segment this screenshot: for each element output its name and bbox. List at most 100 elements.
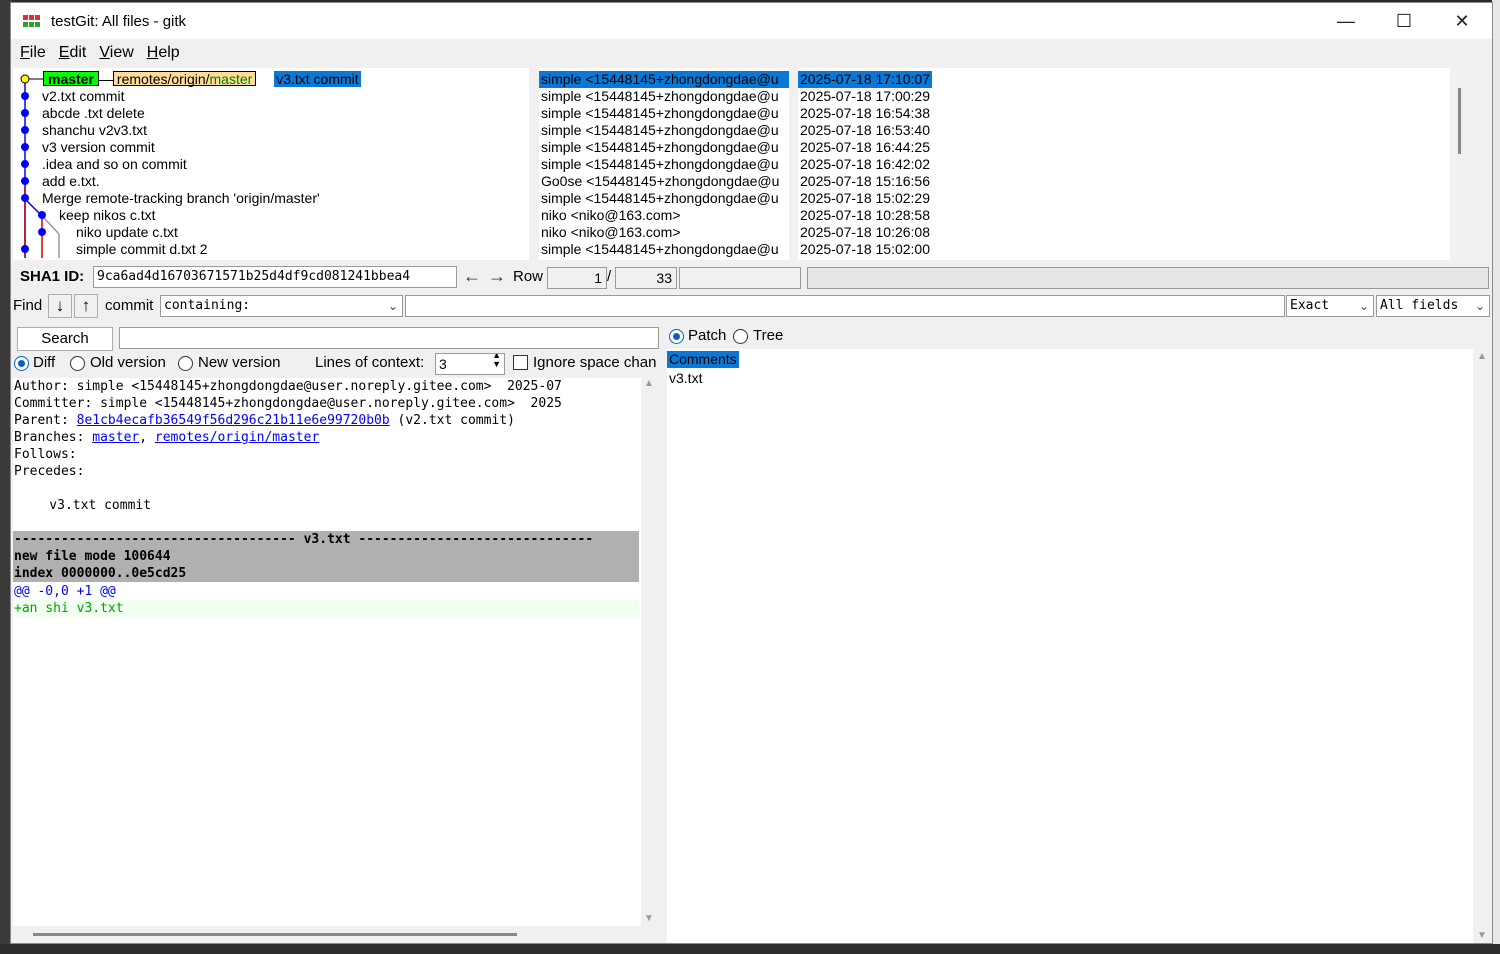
commit-author[interactable]: simple <15448145+zhongdongdae@u (541, 105, 779, 122)
commit-date[interactable]: 2025-07-18 16:44:25 (800, 139, 930, 156)
commit-subject[interactable]: keep nikos c.txt (59, 207, 156, 224)
back-button[interactable]: ← (460, 265, 484, 289)
arrow-left-icon: ← (463, 266, 481, 286)
commit-author[interactable]: simple <15448145+zhongdongdae@u (541, 139, 779, 156)
commit-author[interactable]: simple <15448145+zhongdongdae@u (541, 190, 779, 207)
commit-subject[interactable]: Merge remote-tracking branch 'origin/mas… (42, 190, 320, 207)
hscrollbar-thumb[interactable] (33, 933, 517, 936)
commit-author[interactable]: niko <niko@163.com> (541, 207, 681, 224)
commit-dot (21, 92, 29, 100)
branch-link-remote[interactable]: remotes/origin/master (155, 430, 319, 445)
tree-radio[interactable] (733, 329, 748, 344)
scroll-down-icon[interactable]: ▼ (1477, 930, 1487, 941)
commit-date-pane[interactable]: 2025-07-18 17:10:07 2025-07-18 17:00:29 … (798, 68, 1468, 260)
commit-author-pane[interactable]: simple <15448145+zhongdongdae@u simple <… (539, 68, 789, 260)
find-match-select[interactable]: Exact ⌄ (1286, 295, 1374, 317)
patch-radio[interactable] (669, 329, 684, 344)
title-bar[interactable]: testGit: All files - gitk — ☐ ✕ (11, 3, 1492, 39)
commit-author[interactable]: simple <15448145+zhongdongdae@u (539, 71, 789, 88)
parent-hash-link[interactable]: 8e1cb4ecafb36549f56d296c21b11e6e99720b0b (77, 413, 390, 428)
commit-date[interactable]: 2025-07-18 16:42:02 (800, 156, 930, 173)
commit-date[interactable]: 2025-07-18 17:10:07 (798, 71, 932, 88)
file-list-pane[interactable]: Comments v3.txt (667, 349, 1473, 943)
commit-date[interactable]: 2025-07-18 10:28:58 (800, 207, 930, 224)
commit-date[interactable]: 2025-07-18 16:54:38 (800, 105, 930, 122)
spin-arrows-icon: ▲ ▼ (492, 353, 501, 369)
diff-hscrollbar[interactable] (13, 926, 659, 943)
ignore-space-checkbox[interactable] (513, 355, 528, 370)
commit-author[interactable]: simple <15448145+zhongdongdae@u (541, 241, 779, 258)
close-button[interactable]: ✕ (1433, 3, 1491, 39)
parent-line: Parent: 8e1cb4ecafb36549f56d296c21b11e6e… (14, 412, 515, 429)
ref-connector (98, 79, 113, 81)
menu-view[interactable]: View (99, 44, 133, 62)
commit-subject[interactable]: shanchu v2v3.txt (42, 122, 147, 139)
commit-date[interactable]: 2025-07-18 15:16:56 (800, 173, 930, 190)
commit-subject[interactable]: v2.txt commit (42, 88, 124, 105)
diff-index-line: index 0000000..0e5cd25 (14, 566, 187, 581)
old-version-radio[interactable] (70, 356, 85, 371)
branch-link-master[interactable]: master (92, 430, 139, 445)
commit-subject[interactable]: add e.txt. (42, 173, 100, 190)
commit-date[interactable]: 2025-07-18 16:53:40 (800, 122, 930, 139)
commit-subject[interactable]: simple commit d.txt 2 (76, 241, 207, 258)
diff-radio[interactable] (14, 356, 29, 371)
commit-author[interactable]: simple <15448145+zhongdongdae@u (541, 122, 779, 139)
file-list-comments[interactable]: Comments (667, 351, 739, 368)
commit-subject[interactable]: niko update c.txt (76, 224, 178, 241)
menu-file-accel: F (20, 44, 30, 61)
find-mode-select[interactable]: containing: ⌄ (160, 295, 403, 317)
commit-subject[interactable]: .idea and so on commit (42, 156, 187, 173)
find-scope-select[interactable]: All fields ⌄ (1376, 295, 1490, 317)
find-input[interactable] (405, 295, 1285, 317)
commit-author[interactable]: niko <niko@163.com> (541, 224, 681, 241)
commit-author[interactable]: Go0se <15448145+zhongdongdae@u (541, 173, 779, 190)
gitk-app-icon (23, 15, 41, 27)
scroll-up-icon[interactable]: ▲ (644, 378, 654, 389)
maximize-button[interactable]: ☐ (1375, 3, 1433, 39)
status-bar (807, 267, 1489, 289)
close-icon: ✕ (1454, 10, 1470, 31)
commit-graph-pane[interactable]: master remotes/origin/master v3.txt commi… (13, 68, 529, 260)
scrollbar-thumb[interactable] (1458, 88, 1461, 154)
commit-row-selected[interactable]: master remotes/origin/master v3.txt commi… (43, 71, 361, 88)
new-version-radio[interactable] (178, 356, 193, 371)
forward-button[interactable]: → (485, 265, 509, 289)
diff-scrollbar[interactable]: ▲ ▼ (641, 378, 659, 926)
find-prev-button[interactable]: ↑ (74, 294, 98, 318)
context-spinbox[interactable]: 3 ▲ ▼ (435, 353, 505, 375)
chevron-down-icon: ⌄ (1474, 299, 1485, 313)
branches-label: Branches: (14, 430, 93, 445)
commit-subject[interactable]: abcde .txt delete (42, 105, 145, 122)
menu-file[interactable]: File (20, 44, 46, 62)
minimize-button[interactable]: — (1317, 3, 1375, 39)
commit-date[interactable]: 2025-07-18 15:02:00 (800, 241, 930, 258)
file-list-item[interactable]: v3.txt (669, 370, 702, 387)
commit-date[interactable]: 2025-07-18 17:00:29 (800, 88, 930, 105)
window-title: testGit: All files - gitk (51, 12, 187, 30)
commit-author[interactable]: simple <15448145+zhongdongdae@u (541, 88, 779, 105)
commit-date[interactable]: 2025-07-18 15:02:29 (800, 190, 930, 207)
commit-author[interactable]: simple <15448145+zhongdongdae@u (541, 156, 779, 173)
row-current: 1 (547, 267, 607, 289)
file-list-scrollbar[interactable]: ▲ ▼ (1473, 349, 1492, 943)
scroll-up-icon[interactable]: ▲ (1477, 351, 1487, 362)
menu-view-label: iew (109, 44, 134, 61)
precedes-line: Precedes: (14, 464, 85, 479)
search-button[interactable]: Search (17, 327, 113, 351)
sha1-field[interactable]: 9ca6ad4d16703671571b25d4df9cd081241bbea4 (93, 266, 457, 288)
branch-tag-remote[interactable]: remotes/origin/master (112, 71, 257, 86)
new-version-label: New version (198, 354, 281, 371)
search-input[interactable] (119, 327, 659, 349)
commit-list-scrollbar[interactable] (1450, 68, 1468, 260)
commit-subject[interactable]: v3 version commit (42, 139, 155, 156)
scroll-down-icon[interactable]: ▼ (644, 913, 654, 924)
commit-diff-pane[interactable]: Author: simple <15448145+zhongdongdae@us… (13, 378, 641, 926)
minimize-icon: — (1337, 10, 1355, 31)
find-next-button[interactable]: ↓ (48, 294, 72, 318)
commit-date[interactable]: 2025-07-18 10:26:08 (800, 224, 930, 241)
menu-edit[interactable]: Edit (59, 44, 87, 62)
menu-help[interactable]: Help (147, 44, 180, 62)
old-version-label: Old version (90, 354, 166, 371)
branch-tag-master[interactable]: master (43, 71, 99, 86)
